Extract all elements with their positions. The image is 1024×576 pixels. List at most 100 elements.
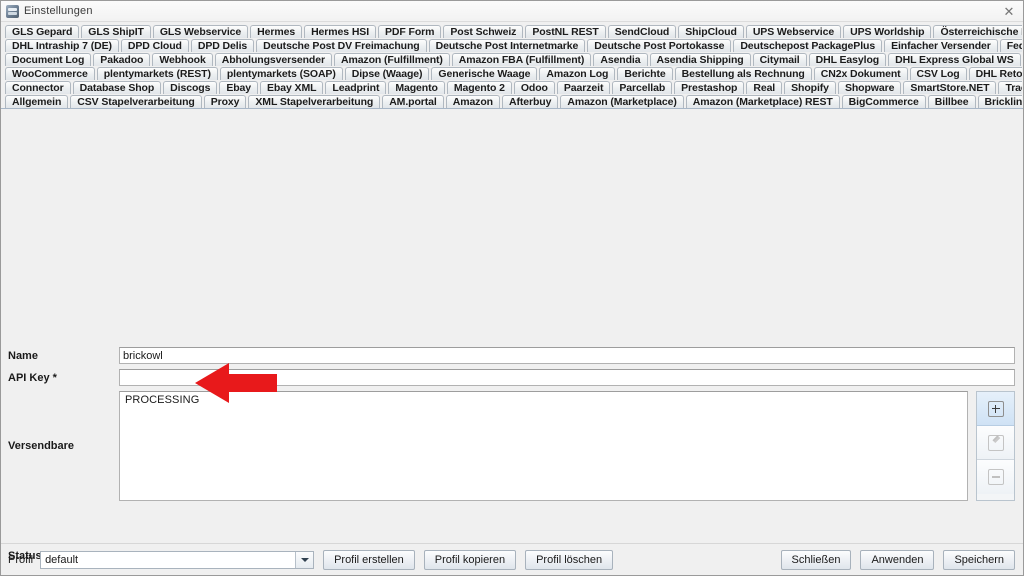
tab-hermes[interactable]: Hermes — [250, 25, 303, 38]
tab-amazon-log[interactable]: Amazon Log — [539, 67, 616, 80]
api-key-input[interactable] — [119, 369, 1015, 386]
statuscodes-listwrap: PROCESSING — [119, 391, 1015, 501]
tab-gls-webservice[interactable]: GLS Webservice — [152, 25, 249, 38]
tab-allgemein[interactable]: Allgemein — [5, 95, 69, 108]
remove-statuscode-button[interactable] — [977, 460, 1014, 494]
tab-xml-stapelverarbeitung[interactable]: XML Stapelverarbeitung — [248, 95, 381, 108]
tab-sendcloud[interactable]: SendCloud — [607, 25, 677, 38]
tab-cn2x-dokument[interactable]: CN2x Dokument — [813, 67, 908, 80]
tab-woocommerce[interactable]: WooCommerce — [5, 67, 95, 80]
tab-strip: GLS Gepard GLS ShipIT GLS Webservice Hermes… — [1, 22, 1023, 109]
name-label: Name — [8, 350, 38, 362]
tab-deutschepost-packageplus[interactable]: Deutschepost PackagePlus — [733, 39, 883, 52]
tab-dipse-waage[interactable]: Dipse (Waage) — [344, 67, 430, 80]
tab-deutsche-post-dv-freimachung[interactable]: Deutsche Post DV Freimachung — [256, 39, 427, 52]
tab-sterreichische-post[interactable]: Österreichische Post — [933, 25, 1022, 38]
tab-smartstore-net[interactable]: SmartStore.NET — [903, 81, 997, 94]
tab-amazon-marketplace-rest[interactable]: Amazon (Marketplace) REST — [685, 95, 840, 108]
tab-am-portal[interactable]: AM.portal — [382, 95, 444, 108]
close-icon[interactable]: ✕ — [1001, 3, 1017, 19]
tab-odoo[interactable]: Odoo — [513, 81, 555, 94]
tab-fedex-webservice[interactable]: Fedex Webservice — [999, 39, 1022, 52]
tab-database-shop[interactable]: Database Shop — [72, 81, 162, 94]
tab-webhook[interactable]: Webhook — [152, 53, 213, 66]
tab-bigcommerce[interactable]: BigCommerce — [841, 95, 926, 108]
window-titlebar: Einstellungen ✕ — [1, 1, 1023, 22]
tab-postnl-rest[interactable]: PostNL REST — [525, 25, 606, 38]
tab-magento-2[interactable]: Magento 2 — [446, 81, 512, 94]
edit-statuscode-button[interactable] — [977, 426, 1014, 460]
tab-pakadoo[interactable]: Pakadoo — [93, 53, 151, 66]
tab-asendia[interactable]: Asendia — [593, 53, 648, 66]
tab-amazon-fulfillment[interactable]: Amazon (Fulfillment) — [333, 53, 450, 66]
tab-parcellab[interactable]: Parcellab — [612, 81, 673, 94]
tab-csv-log[interactable]: CSV Log — [909, 67, 967, 80]
profil-select-value: default — [45, 553, 79, 566]
chevron-down-icon[interactable] — [295, 551, 314, 568]
tab-row-5: Connector Database Shop Discogs Ebay Ebay XM… — [2, 80, 1022, 94]
tab-row-6: Allgemein CSV Stapelverarbeitung Proxy XML … — [2, 94, 1022, 108]
tab-einfacher-versender[interactable]: Einfacher Versender — [884, 39, 998, 52]
profil-select[interactable]: default — [40, 550, 315, 569]
tab-prestashop[interactable]: Prestashop — [674, 81, 745, 94]
tab-pdf-form[interactable]: PDF Form — [378, 25, 442, 38]
statuscodes-list[interactable]: PROCESSING — [119, 391, 968, 501]
minus-icon — [987, 469, 1004, 485]
add-statuscode-button[interactable] — [977, 392, 1014, 426]
statuscodes-label: Versendbare Statuscodes * — [8, 440, 81, 562]
tab-leadprint[interactable]: Leadprint — [325, 81, 387, 94]
tab-ups-webservice[interactable]: UPS Webservice — [745, 25, 842, 38]
tab-gls-shipit[interactable]: GLS ShipIT — [81, 25, 151, 38]
tab-dhl-intraship-7-de[interactable]: DHL Intraship 7 (DE) — [5, 39, 119, 52]
tab-amazon-fba-fulfillment[interactable]: Amazon FBA (Fulfillment) — [451, 53, 592, 66]
tab-amazon-marketplace[interactable]: Amazon (Marketplace) — [560, 95, 684, 108]
tab-post-schweiz[interactable]: Post Schweiz — [443, 25, 524, 38]
pencil-icon — [987, 434, 1004, 451]
tab-dhl-retoure[interactable]: DHL Retoure — [968, 67, 1022, 80]
tab-billbee[interactable]: Billbee — [927, 95, 976, 108]
tab-discogs[interactable]: Discogs — [163, 81, 218, 94]
tab-csv-stapelverarbeitung[interactable]: CSV Stapelverarbeitung — [70, 95, 202, 108]
tab-shopware[interactable]: Shopware — [837, 81, 902, 94]
tab-abholungsversender[interactable]: Abholungsversender — [214, 53, 332, 66]
tab-shopify[interactable]: Shopify — [784, 81, 836, 94]
app-icon — [6, 4, 19, 18]
tab-real[interactable]: Real — [746, 81, 783, 94]
tab-ebay[interactable]: Ebay — [219, 81, 259, 94]
tab-bricklink[interactable]: Bricklink — [977, 95, 1022, 108]
tab-row-3: Document Log Pakadoo Webhook Abholungsverse… — [2, 52, 1022, 66]
tab-gls-gepard[interactable]: GLS Gepard — [5, 25, 80, 38]
tab-berichte[interactable]: Berichte — [617, 67, 673, 80]
tab-magento[interactable]: Magento — [388, 81, 445, 94]
form-row-name: Name — [1, 347, 1015, 365]
tab-amazon[interactable]: Amazon — [445, 95, 500, 108]
tab-ups-worldship[interactable]: UPS Worldship — [843, 25, 932, 38]
tab-afterbuy[interactable]: Afterbuy — [501, 95, 559, 108]
tab-hermes-hsi[interactable]: Hermes HSI — [304, 25, 377, 38]
tab-shipcloud[interactable]: ShipCloud — [678, 25, 744, 38]
tab-dhl-easylog[interactable]: DHL Easylog — [808, 53, 887, 66]
tab-trackingportal[interactable]: Trackingportal — [998, 81, 1022, 94]
tab-plentymarkets-soap[interactable]: plentymarkets (SOAP) — [219, 67, 343, 80]
tab-generische-waage[interactable]: Generische Waage — [431, 67, 538, 80]
api-key-label: API Key * — [8, 372, 57, 384]
tab-proxy[interactable]: Proxy — [203, 95, 247, 108]
tab-deutsche-post-portokasse[interactable]: Deutsche Post Portokasse — [587, 39, 732, 52]
tab-deutsche-post-internetmarke[interactable]: Deutsche Post Internetmarke — [428, 39, 586, 52]
tab-connector[interactable]: Connector — [5, 81, 71, 94]
tab-bestellung-als-rechnung[interactable]: Bestellung als Rechnung — [674, 67, 812, 80]
form-row-api-key: API Key * — [1, 369, 1015, 387]
tab-citymail[interactable]: Citymail — [752, 53, 807, 66]
tab-dpd-delis[interactable]: DPD Delis — [190, 39, 255, 52]
tab-asendia-shipping[interactable]: Asendia Shipping — [649, 53, 751, 66]
tab-dhl-express-global-ws[interactable]: DHL Express Global WS — [888, 53, 1021, 66]
brickowl-settings-form: Name API Key * Versendbare Statuscodes *… — [1, 347, 1015, 576]
tab-dpd-cloud[interactable]: DPD Cloud — [120, 39, 189, 52]
name-input[interactable] — [119, 347, 1015, 364]
list-item[interactable]: PROCESSING — [122, 394, 967, 407]
tab-paarzeit[interactable]: Paarzeit — [556, 81, 611, 94]
window-title: Einstellungen — [24, 5, 93, 17]
tab-plentymarkets-rest[interactable]: plentymarkets (REST) — [96, 67, 218, 80]
tab-document-log[interactable]: Document Log — [5, 53, 92, 66]
tab-ebay-xml[interactable]: Ebay XML — [260, 81, 324, 94]
